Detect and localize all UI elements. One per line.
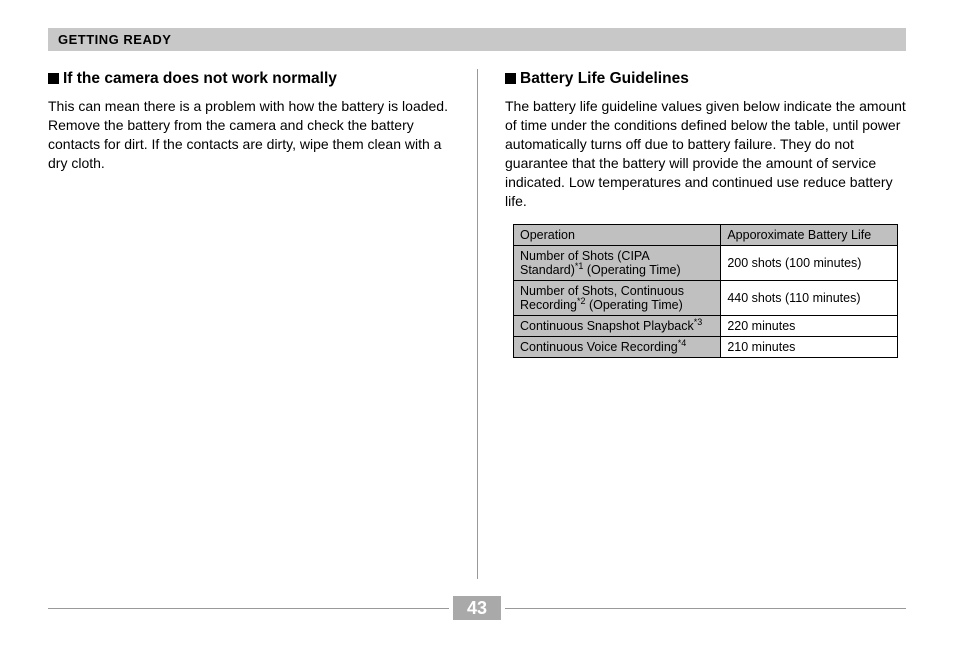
page-footer: 43 bbox=[48, 596, 906, 624]
right-column: Battery Life Guidelines The battery life… bbox=[477, 69, 906, 579]
column-divider bbox=[477, 69, 478, 579]
right-body: The battery life guideline values given … bbox=[505, 97, 906, 210]
table-row: Number of Shots, Continuous Recording*2 … bbox=[514, 281, 898, 316]
table-header-row: Operation Apporoximate Battery Life bbox=[514, 225, 898, 246]
row-value: 440 shots (110 minutes) bbox=[721, 281, 898, 316]
row-value: 210 minutes bbox=[721, 337, 898, 358]
right-heading-text: Battery Life Guidelines bbox=[520, 70, 689, 87]
page: GETTING READY If the camera does not wor… bbox=[0, 0, 954, 579]
row-label: Continuous Voice Recording*4 bbox=[514, 337, 721, 358]
left-heading: If the camera does not work normally bbox=[48, 69, 449, 89]
row-value: 200 shots (100 minutes) bbox=[721, 246, 898, 281]
footer-rule-left bbox=[48, 608, 449, 609]
row-label: Number of Shots, Continuous Recording*2 … bbox=[514, 281, 721, 316]
page-number: 43 bbox=[453, 596, 501, 620]
content-columns: If the camera does not work normally Thi… bbox=[48, 69, 906, 579]
left-column: If the camera does not work normally Thi… bbox=[48, 69, 477, 579]
left-body: This can mean there is a problem with ho… bbox=[48, 97, 449, 173]
battery-life-table: Operation Apporoximate Battery Life Numb… bbox=[513, 224, 898, 358]
section-header: GETTING READY bbox=[48, 28, 906, 51]
right-heading: Battery Life Guidelines bbox=[505, 69, 906, 89]
table-row: Continuous Voice Recording*4 210 minutes bbox=[514, 337, 898, 358]
left-heading-text: If the camera does not work normally bbox=[63, 70, 337, 87]
square-bullet-icon bbox=[48, 73, 59, 84]
square-bullet-icon bbox=[505, 73, 516, 84]
footer-rule-right bbox=[505, 608, 906, 609]
table-row: Continuous Snapshot Playback*3 220 minut… bbox=[514, 316, 898, 337]
table-header-life: Apporoximate Battery Life bbox=[721, 225, 898, 246]
table-row: Number of Shots (CIPA Standard)*1 (Opera… bbox=[514, 246, 898, 281]
row-value: 220 minutes bbox=[721, 316, 898, 337]
table-header-operation: Operation bbox=[514, 225, 721, 246]
row-label: Number of Shots (CIPA Standard)*1 (Opera… bbox=[514, 246, 721, 281]
row-label: Continuous Snapshot Playback*3 bbox=[514, 316, 721, 337]
